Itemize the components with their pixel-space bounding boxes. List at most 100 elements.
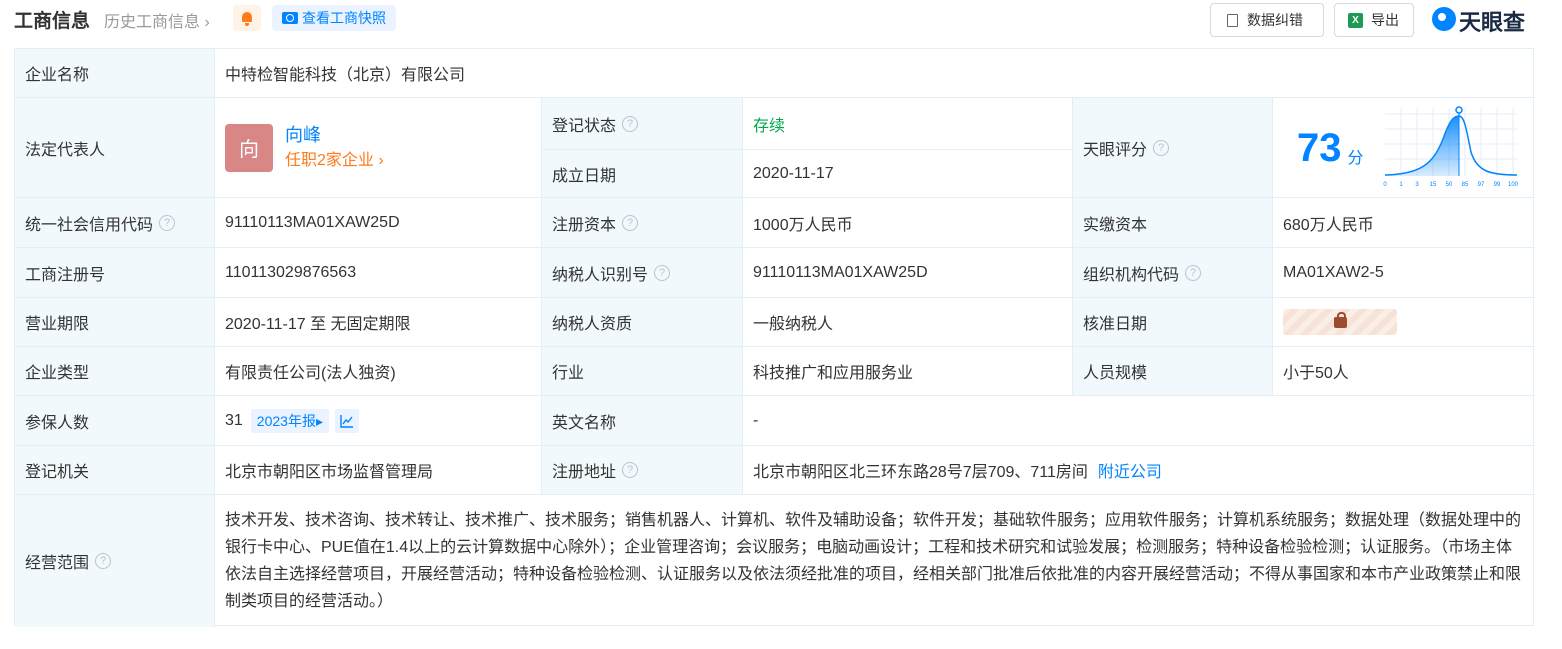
score-axis-tick: 15 [1430,182,1437,188]
staff-size-value: 小于50人 [1273,347,1535,396]
tax-id-label: 纳税人识别号 [552,266,649,284]
score-cell[interactable]: 73 分 0 1 3 15 50 85 97 99 100 [1273,98,1535,198]
section-title: 工商信息 [14,11,91,32]
reg-capital-value: 1000万人民币 [743,198,1073,248]
founded-value: 2020-11-17 [743,150,1073,198]
logo-mark-icon [1432,7,1456,31]
insured-cell: 31 2023年报▸ [215,396,542,446]
reg-address-label: 注册地址 [552,464,617,481]
org-code-value: MA01XAW2-5 [1273,248,1535,298]
score-distribution-chart: 0 1 3 15 50 85 97 99 100 [1383,106,1519,188]
nearby-companies-link[interactable]: 附近公司 [1098,458,1162,482]
score-axis-tick: 1 [1399,182,1403,188]
score-label-cell: 天眼评分? [1073,98,1273,198]
help-icon[interactable]: ? [622,462,639,478]
credit-code-label-cell: 统一社会信用代码? [15,198,215,248]
business-scope-label: 经营范围 [25,555,90,572]
score-label: 天眼评分 [1083,141,1148,159]
org-code-label: 组织机构代码 [1083,266,1180,284]
company-type-label: 企业类型 [15,347,215,396]
reg-status-value: 存续 [743,98,1073,150]
legal-rep-cell: 向 向峰 任职2家企业 › [215,98,542,198]
approval-date-cell [1273,298,1535,347]
tax-id-label-cell: 纳税人识别号? [542,248,743,298]
line-chart-icon [340,414,353,428]
business-term-label: 营业期限 [15,298,215,347]
business-scope-cell: 技术开发、技术咨询、技术转让、技术推广、技术服务；销售机器人、计算机、软件及辅助… [215,495,1535,627]
camera-icon [282,12,298,24]
help-icon[interactable]: ? [622,214,639,231]
reg-address-label-cell: 注册地址? [542,446,743,495]
english-name-label: 英文名称 [542,396,743,446]
score-value: 73 [1297,125,1342,170]
chevron-right-icon: › [204,14,210,31]
legal-rep-jobs-link[interactable]: 任职2家企业 › [285,148,384,174]
history-info-label: 历史工商信息 [104,14,201,31]
export-label: 导出 [1371,12,1399,28]
document-icon [1227,14,1238,27]
chevron-right-icon: › [373,151,384,169]
reg-authority-label: 登记机关 [15,446,215,495]
help-icon[interactable]: ? [1153,139,1170,156]
english-name-value: - [743,396,1535,446]
company-type-value: 有限责任公司(法人独资) [215,347,542,396]
help-icon[interactable]: ? [654,264,671,281]
founded-label: 成立日期 [542,150,743,198]
reg-status-label: 登记状态 [552,117,617,135]
annual-report-label: 2023年报 [256,412,316,429]
reg-capital-label: 注册资本 [552,216,617,234]
bell-icon [242,12,252,22]
help-icon[interactable]: ? [159,214,176,231]
paid-capital-label: 实缴资本 [1073,198,1273,248]
help-icon[interactable]: ? [622,115,639,132]
tax-qualification-value: 一般纳税人 [743,298,1073,347]
score-axis-tick: 3 [1415,182,1419,188]
tax-qualification-label: 纳税人资质 [542,298,743,347]
help-icon[interactable]: ? [95,553,112,569]
insured-value: 31 [225,411,243,429]
reg-authority-value: 北京市朝阳区市场监督管理局 [215,446,542,495]
industry-value: 科技推广和应用服务业 [743,347,1073,396]
caret-right-icon: ▸ [315,412,323,429]
business-info-table: 企业名称 中特检智能科技（北京）有限公司 法定代表人 向 向峰 任职2家企业 ›… [14,48,1535,627]
lock-icon [1334,312,1347,328]
staff-size-label: 人员规模 [1073,347,1273,396]
score-axis-tick: 0 [1383,182,1387,188]
score-axis-tick: 97 [1478,182,1485,188]
score-axis-tick: 50 [1446,182,1453,188]
insured-label: 参保人数 [15,396,215,446]
score-axis-tick: 100 [1508,182,1519,188]
reg-number-label: 工商注册号 [15,248,215,298]
credit-code-label: 统一社会信用代码 [25,216,154,234]
score-axis-tick: 85 [1462,182,1469,188]
excel-icon: X [1348,13,1363,28]
company-name-label: 企业名称 [15,49,215,98]
industry-label: 行业 [542,347,743,396]
snapshot-button[interactable]: 查看工商快照 [272,5,396,31]
data-correction-label: 数据纠错 [1247,12,1303,28]
snapshot-label: 查看工商快照 [302,10,386,26]
help-icon[interactable]: ? [1185,264,1202,281]
logo-text: 天眼查 [1459,10,1526,35]
business-scope-label-cell: 经营范围? [15,495,215,627]
trend-chart-button[interactable] [334,408,359,433]
reg-status-label-cell: 登记状态? [542,98,743,150]
legal-rep-name-link[interactable]: 向峰 [285,122,384,148]
reg-number-value: 110113029876563 [215,248,542,298]
reg-capital-label-cell: 注册资本? [542,198,743,248]
section-header: 工商信息 历史工商信息 › 查看工商快照 数据纠错 X 导出 天眼查 [0,0,1562,42]
org-code-label-cell: 组织机构代码? [1073,248,1273,298]
tax-id-value: 91110113MA01XAW25D [743,248,1073,298]
paid-capital-value: 680万人民币 [1273,198,1535,248]
locked-value-button[interactable] [1283,309,1397,335]
legal-rep-jobs-label: 任职2家企业 [285,151,374,169]
data-correction-button[interactable]: 数据纠错 [1210,3,1324,37]
score-axis-tick: 99 [1494,182,1501,188]
legal-rep-label: 法定代表人 [15,98,215,198]
export-button[interactable]: X 导出 [1334,3,1414,37]
score-unit: 分 [1347,149,1364,167]
approval-date-label: 核准日期 [1073,298,1273,347]
history-info-link[interactable]: 历史工商信息 › [104,8,210,32]
annual-report-tag[interactable]: 2023年报▸ [250,408,329,433]
monitor-bell-button[interactable] [233,5,261,31]
